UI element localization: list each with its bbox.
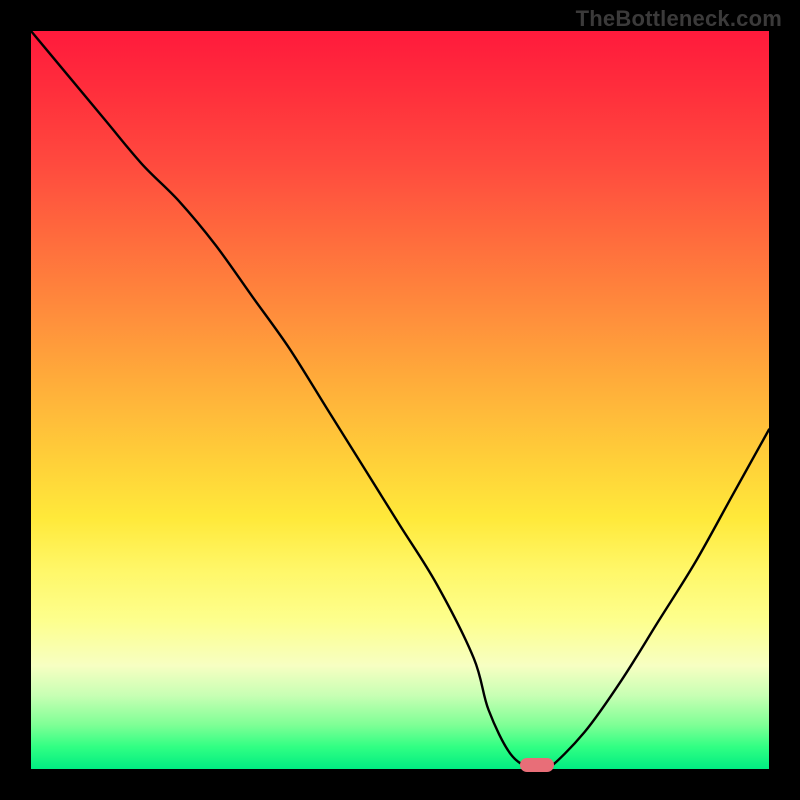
watermark-text: TheBottleneck.com — [576, 6, 782, 32]
plot-area — [31, 31, 769, 769]
optimum-marker — [520, 758, 554, 772]
curve-path — [31, 31, 769, 772]
bottleneck-curve — [31, 31, 769, 769]
chart-frame: TheBottleneck.com — [0, 0, 800, 800]
